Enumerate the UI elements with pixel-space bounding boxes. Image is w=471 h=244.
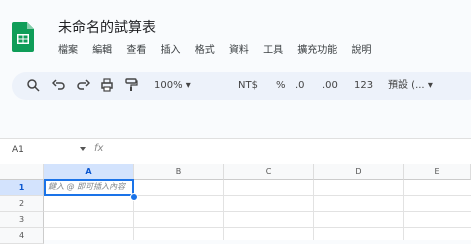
column-header-a[interactable]: A — [44, 164, 134, 180]
name-box[interactable]: A1 — [12, 145, 24, 155]
decrease-decimal-button[interactable]: .0 — [295, 72, 305, 100]
column-header-b[interactable]: B — [134, 164, 224, 180]
grid-line — [44, 227, 471, 228]
redo-icon[interactable] — [76, 78, 90, 92]
menu-view[interactable]: 查看 — [126, 45, 146, 56]
row-header-2[interactable]: 2 — [0, 196, 44, 212]
chevron-down-icon: ▾ — [185, 80, 191, 91]
fill-handle[interactable] — [130, 193, 138, 201]
formula-bar: A1 fx — [0, 138, 471, 165]
number-format-button[interactable]: 123 — [354, 72, 373, 100]
spreadsheet-grid[interactable]: A B C D E 1 2 3 4 鍵入 @ 即可插入內容 — [0, 164, 471, 244]
grid-line — [223, 180, 224, 240]
menu-file[interactable]: 檔案 — [58, 45, 78, 56]
cell-placeholder: 鍵入 @ 即可插入內容 — [48, 182, 126, 191]
column-header-c[interactable]: C — [224, 164, 314, 180]
print-icon[interactable] — [100, 78, 114, 92]
font-value: 預設 (... — [388, 80, 425, 91]
column-header-d[interactable]: D — [314, 164, 404, 180]
corner-select-all[interactable] — [0, 164, 44, 180]
font-select[interactable]: 預設 (... ▾ — [388, 72, 433, 100]
app-header: 未命名的試算表 檔案 編輯 查看 插入 格式 資料 工具 擴充功能 說明 — [0, 0, 471, 62]
currency-format-button[interactable]: NT$ — [238, 72, 258, 100]
menu-data[interactable]: 資料 — [229, 45, 249, 56]
zoom-value: 100% — [154, 80, 183, 91]
row-header-3[interactable]: 3 — [0, 212, 44, 228]
document-title[interactable]: 未命名的試算表 — [58, 17, 156, 37]
sheets-logo-icon[interactable] — [12, 22, 34, 52]
chevron-down-icon[interactable] — [80, 147, 86, 151]
grid-line — [313, 180, 314, 240]
menu-insert[interactable]: 插入 — [161, 45, 181, 56]
zoom-select[interactable]: 100% ▾ — [154, 72, 191, 100]
paint-format-icon[interactable] — [124, 78, 138, 92]
fx-icon: fx — [94, 143, 104, 154]
increase-decimal-button[interactable]: .00 — [322, 72, 338, 100]
menu-bar: 檔案 編輯 查看 插入 格式 資料 工具 擴充功能 說明 — [58, 41, 383, 56]
column-header-e[interactable]: E — [404, 164, 471, 180]
search-icon[interactable] — [26, 78, 40, 92]
toolbar: 100% ▾ NT$ % .0 .00 123 預設 (... ▾ — [12, 72, 471, 100]
menu-tools[interactable]: 工具 — [263, 45, 283, 56]
chevron-down-icon: ▾ — [427, 80, 433, 91]
menu-help[interactable]: 說明 — [352, 45, 372, 56]
grid-line — [44, 211, 471, 212]
grid-line — [403, 180, 404, 240]
menu-edit[interactable]: 編輯 — [92, 45, 112, 56]
menu-extensions[interactable]: 擴充功能 — [297, 45, 337, 56]
percent-format-button[interactable]: % — [276, 72, 286, 100]
menu-format[interactable]: 格式 — [195, 45, 215, 56]
row-header-4[interactable]: 4 — [0, 228, 44, 244]
undo-icon[interactable] — [52, 78, 66, 92]
row-header-1[interactable]: 1 — [0, 180, 44, 196]
